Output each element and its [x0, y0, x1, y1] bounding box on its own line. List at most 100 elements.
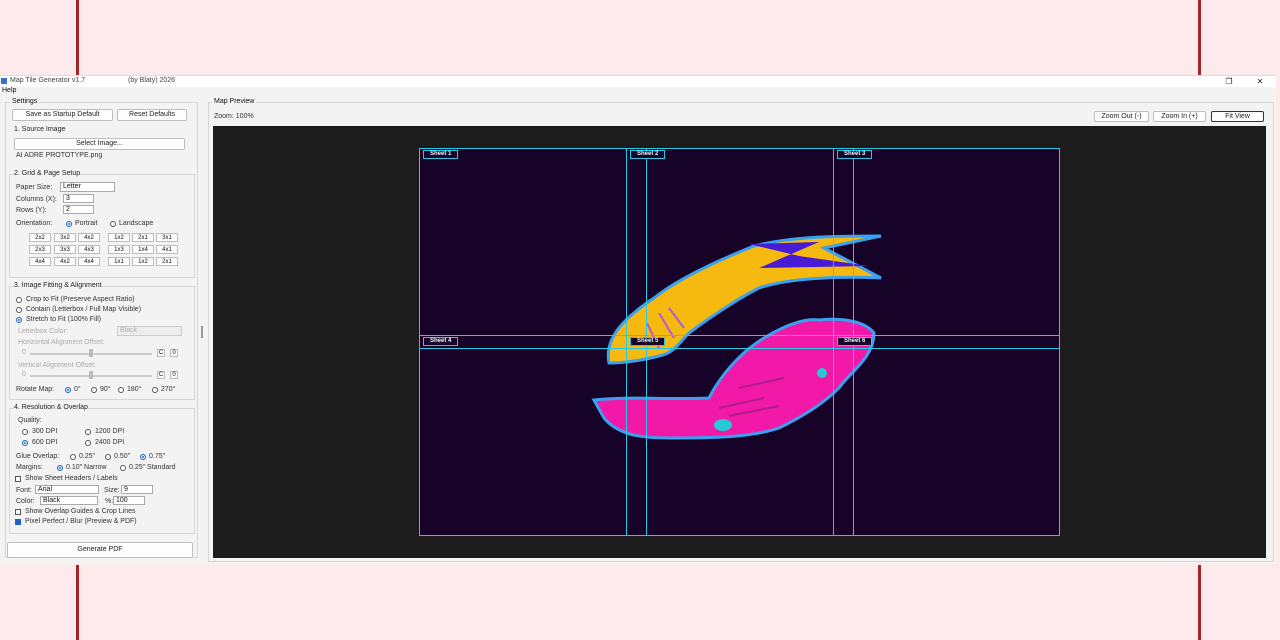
font-label: Font: — [16, 487, 32, 494]
map-image: Sheet 1 Sheet 2 Sheet 3 Sheet 4 Sheet 5 … — [419, 148, 1060, 536]
preset-button[interactable]: 2x1 — [132, 233, 154, 242]
fit-view-button[interactable]: Fit View — [1211, 111, 1264, 122]
grid-section-title: 2. Grid & Page Setup — [14, 170, 81, 177]
rotate-180-radio[interactable] — [118, 387, 124, 393]
show-guides-checkbox[interactable] — [15, 509, 21, 515]
contain-radio[interactable] — [16, 307, 22, 313]
margin-standard-radio[interactable] — [120, 465, 126, 471]
sheet-label-2: Sheet 2 — [630, 150, 666, 159]
rotate-0-radio[interactable] — [65, 387, 71, 393]
menu-bar: Help — [0, 87, 1276, 96]
columns-label: Columns (X): — [16, 196, 57, 203]
preset-button[interactable]: 1x3 — [108, 245, 130, 254]
deco-line-bottom-left — [76, 565, 79, 640]
color-label: Color: — [16, 498, 35, 505]
rotate-90-radio[interactable] — [91, 387, 97, 393]
stretch-radio[interactable] — [16, 317, 22, 323]
font-select[interactable]: Arial — [35, 485, 99, 494]
app-window: Map Tile Generator v1.7 (by Blaty) 2026 … — [0, 75, 1276, 564]
settings-group-label: Settings — [10, 98, 40, 105]
glue-075-label: 0.75" — [149, 453, 166, 460]
v-offset-value[interactable]: 0 — [170, 371, 178, 379]
columns-spinbox[interactable]: 3 — [63, 194, 94, 203]
portrait-radio[interactable] — [66, 221, 72, 227]
window-title: Map Tile Generator v1.7 — [10, 77, 86, 84]
show-headers-label: Show Sheet Headers / Labels — [25, 475, 118, 482]
dpi-300-radio[interactable] — [22, 429, 28, 435]
preset-button[interactable]: 4x2 — [78, 233, 100, 242]
rotate-270-radio[interactable] — [152, 387, 158, 393]
preview-group-label: Map Preview — [212, 98, 257, 105]
h-offset-value[interactable]: 0 — [170, 349, 178, 357]
preset-button[interactable]: 3x3 — [54, 245, 76, 254]
h-offset-reset[interactable]: C — [157, 349, 165, 357]
landscape-radio[interactable] — [110, 221, 116, 227]
dpi-600-radio[interactable] — [22, 440, 28, 446]
preset-button[interactable]: 3x2 — [54, 233, 76, 242]
sheet-guide-3 — [833, 148, 1060, 349]
panel-splitter[interactable] — [201, 326, 203, 338]
preset-button[interactable]: 2x2 — [29, 233, 51, 242]
glue-025-radio[interactable] — [70, 454, 76, 460]
zoom-level: Zoom: 100% — [214, 113, 254, 120]
sheet-guide-5 — [626, 335, 854, 536]
sheet-label-5: Sheet 5 — [630, 337, 666, 346]
zoom-out-button[interactable]: Zoom Out (-) — [1094, 111, 1149, 122]
generate-pdf-button[interactable]: Generate PDF — [7, 542, 193, 558]
preview-canvas[interactable]: Sheet 1 Sheet 2 Sheet 3 Sheet 4 Sheet 5 … — [213, 126, 1266, 558]
preset-button[interactable]: 4x3 — [78, 245, 100, 254]
close-icon[interactable]: ✕ — [1253, 76, 1267, 87]
resolution-section — [9, 408, 195, 534]
margins-label: Margins: — [16, 464, 43, 471]
pixel-perfect-checkbox[interactable] — [15, 519, 21, 525]
size-spinbox[interactable]: 9 — [121, 485, 153, 494]
zoom-in-button[interactable]: Zoom In (+) — [1153, 111, 1206, 122]
contain-label: Contain (Letterbox / Full Map Visible) — [26, 306, 142, 313]
dpi-2400-radio[interactable] — [85, 440, 91, 446]
paper-size-select[interactable]: Letter — [60, 182, 115, 192]
preset-button[interactable]: 2x1 — [156, 257, 178, 266]
glue-075-radio[interactable] — [140, 454, 146, 460]
color-select[interactable]: Black — [40, 496, 98, 505]
fitting-section-title: 3. Image Fitting & Alignment — [14, 282, 102, 289]
preset-button[interactable]: 3x1 — [156, 233, 178, 242]
save-default-button[interactable]: Save as Startup Default — [12, 109, 113, 121]
reset-defaults-button[interactable]: Reset Defaults — [117, 109, 187, 121]
show-headers-checkbox[interactable] — [15, 476, 21, 482]
letterbox-color-label: Letterbox Color: — [18, 328, 68, 335]
rows-spinbox[interactable]: 2 — [63, 205, 94, 214]
rotate-90-label: 90° — [100, 386, 111, 393]
opacity-spinbox[interactable]: 100 — [113, 496, 145, 505]
sheet-guide-6 — [833, 335, 1060, 536]
margin-narrow-label: 0.10" Narrow — [66, 464, 107, 471]
sheet-label-3: Sheet 3 — [837, 150, 873, 159]
letterbox-color-select[interactable]: Black — [117, 326, 182, 336]
preset-button[interactable]: 1x1 — [108, 257, 130, 266]
restore-icon[interactable]: ❐ — [1222, 76, 1236, 87]
select-image-button[interactable]: Select Image... — [14, 138, 185, 150]
v-offset-label: Vertical Alignment Offset: — [18, 362, 97, 369]
window-author: (by Blaty) 2026 — [128, 77, 176, 84]
preset-button[interactable]: 4x4 — [29, 257, 51, 266]
rotate-180-label: 180° — [127, 386, 142, 393]
h-offset-thumb[interactable] — [89, 349, 93, 357]
preset-button[interactable]: 1x2 — [108, 233, 130, 242]
glue-050-radio[interactable] — [105, 454, 111, 460]
preset-button[interactable]: 4x2 — [54, 257, 76, 266]
sheet-guide-2 — [626, 148, 854, 349]
preset-button[interactable]: 1x4 — [132, 245, 154, 254]
v-offset-thumb[interactable] — [89, 371, 93, 379]
dpi-1200-radio[interactable] — [85, 429, 91, 435]
sheet-guide-4 — [419, 335, 647, 536]
crop-fit-radio[interactable] — [16, 297, 22, 303]
margin-narrow-radio[interactable] — [57, 465, 63, 471]
menu-help[interactable]: Help — [2, 87, 16, 94]
source-file-name: AI ADRE PROTOTYPE.png — [16, 152, 103, 159]
resolution-section-title: 4. Resolution & Overlap — [14, 404, 88, 411]
preset-button[interactable]: 1x2 — [132, 257, 154, 266]
preset-button[interactable]: 4x4 — [78, 257, 100, 266]
preset-button[interactable]: 4x1 — [156, 245, 178, 254]
preset-button[interactable]: 2x3 — [29, 245, 51, 254]
v-offset-reset[interactable]: C — [157, 371, 165, 379]
dpi-600-label: 600 DPI — [32, 439, 58, 446]
